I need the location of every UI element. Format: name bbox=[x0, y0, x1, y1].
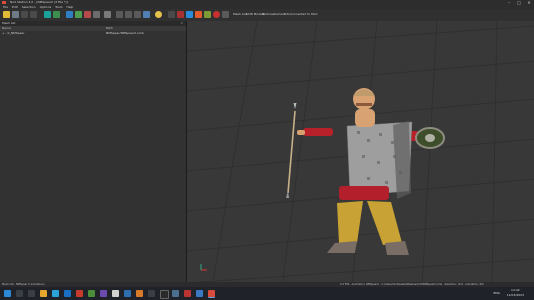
save-icon[interactable] bbox=[12, 11, 19, 18]
app-green-icon[interactable] bbox=[88, 290, 95, 297]
bone-icon[interactable] bbox=[84, 11, 91, 18]
app-orange-icon[interactable] bbox=[136, 290, 143, 297]
pointer-icon[interactable] bbox=[168, 11, 175, 18]
app-steel-icon[interactable] bbox=[172, 290, 179, 297]
toolbar-mesh-list[interactable]: Mesh List bbox=[233, 12, 247, 17]
bulb-icon[interactable] bbox=[155, 11, 162, 18]
search-icon[interactable] bbox=[16, 290, 23, 297]
globe-icon[interactable] bbox=[143, 11, 150, 18]
edge-icon[interactable] bbox=[52, 290, 59, 297]
toolbar-textures[interactable]: Textures bbox=[262, 12, 275, 17]
mesh-list-panel: Mesh list × Name Path + - 0_NMSpear NMSp… bbox=[0, 21, 187, 287]
app-purple-icon[interactable] bbox=[100, 290, 107, 297]
record-icon[interactable] bbox=[177, 11, 184, 18]
list-item[interactable]: + - 0_NMSpear NMSpear/NMSpear2.nmb bbox=[0, 31, 186, 35]
app-azure-icon[interactable] bbox=[196, 290, 203, 297]
wireframe-icon[interactable] bbox=[93, 11, 100, 18]
viewport-canvas[interactable] bbox=[187, 21, 534, 287]
start-icon[interactable] bbox=[4, 290, 11, 297]
task-view-icon[interactable] bbox=[28, 290, 35, 297]
panel-title: Mesh list bbox=[2, 21, 16, 25]
system-clock[interactable]: 14:42 11/03/2023 bbox=[507, 288, 524, 298]
toolbar-info[interactable]: Info bbox=[284, 12, 290, 17]
app-gray-icon[interactable] bbox=[148, 290, 155, 297]
taskbar: ENG 14:42 11/03/2023 bbox=[0, 287, 534, 300]
stop-icon[interactable] bbox=[213, 11, 220, 18]
file-explorer-icon[interactable] bbox=[40, 290, 47, 297]
app-icon bbox=[2, 1, 6, 4]
app-dark-icon[interactable] bbox=[160, 290, 169, 299]
orange-tool-icon[interactable] bbox=[195, 11, 202, 18]
app-red-icon[interactable] bbox=[76, 290, 83, 297]
eye-icon[interactable] bbox=[134, 11, 141, 18]
blue-tool-icon[interactable] bbox=[186, 11, 193, 18]
clock-date: 11/03/2023 bbox=[506, 293, 524, 297]
nod-station-task-icon[interactable] bbox=[208, 290, 215, 298]
camera-icon[interactable] bbox=[116, 11, 123, 18]
language-indicator[interactable]: ENG bbox=[494, 291, 500, 295]
app-white-icon[interactable] bbox=[112, 290, 119, 297]
light-icon[interactable] bbox=[125, 11, 132, 18]
green-tool-icon[interactable] bbox=[204, 11, 211, 18]
grid-icon[interactable] bbox=[66, 11, 73, 18]
select-tool-icon[interactable] bbox=[44, 11, 51, 18]
mesh-path: NMSpear/NMSpear2.nmb bbox=[106, 31, 144, 35]
app-crimson-icon[interactable] bbox=[184, 290, 191, 297]
open-folder-icon[interactable] bbox=[3, 11, 10, 18]
redo-icon[interactable] bbox=[30, 11, 37, 18]
settings-icon[interactable] bbox=[222, 11, 229, 18]
app-blue-icon[interactable] bbox=[124, 290, 131, 297]
mesh-icon[interactable] bbox=[75, 11, 82, 18]
store-icon[interactable] bbox=[64, 290, 71, 297]
mesh-name: + - 0_NMSpear bbox=[2, 31, 25, 35]
3d-viewport[interactable] bbox=[187, 21, 534, 287]
toolbar-connected-mod[interactable]: Connected to Mod bbox=[290, 12, 317, 17]
texture-icon[interactable] bbox=[104, 11, 111, 18]
undo-icon[interactable] bbox=[21, 11, 28, 18]
move-tool-icon[interactable] bbox=[53, 11, 60, 18]
